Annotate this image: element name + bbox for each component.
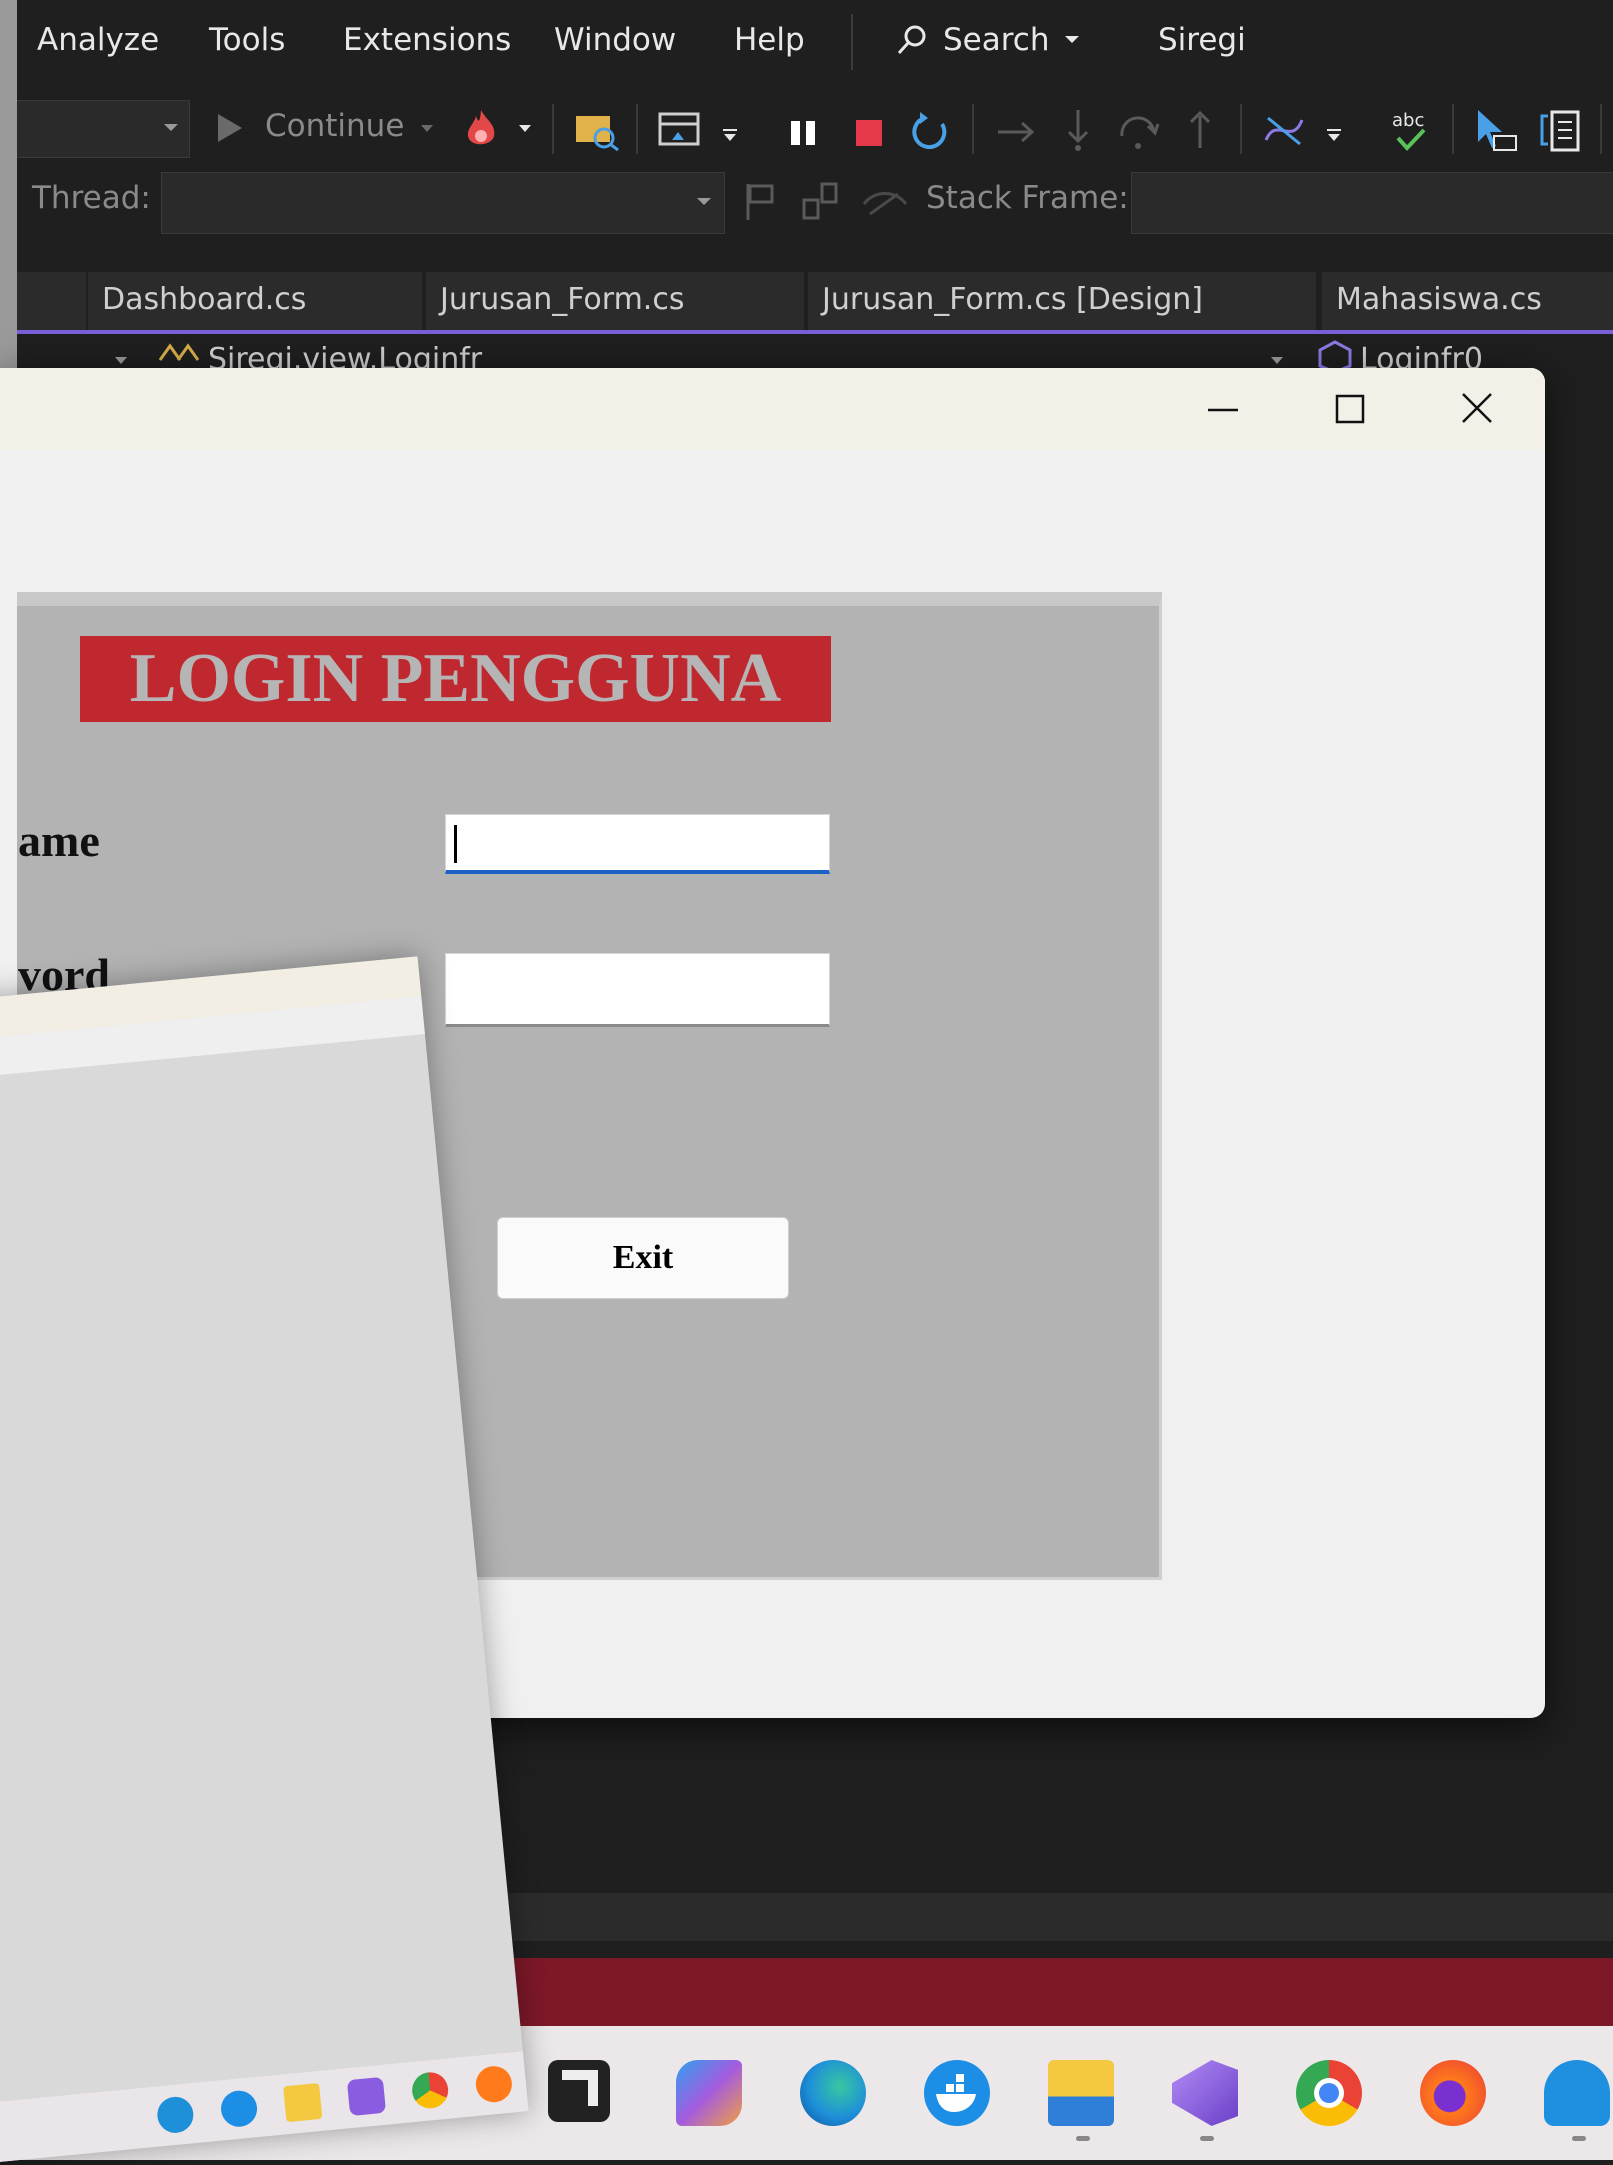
solution-name: Siregi (1158, 22, 1246, 58)
close-icon[interactable] (1453, 388, 1503, 432)
diagnostics-icon[interactable] (1262, 110, 1306, 152)
chevron-down-icon (1064, 36, 1079, 43)
chrome-icon[interactable] (1296, 2060, 1362, 2126)
stack-frame-icon (862, 192, 908, 216)
edge-icon[interactable] (800, 2060, 866, 2126)
menu-item-help[interactable]: Help (734, 22, 805, 58)
chevron-down-icon (164, 124, 178, 131)
menu-item-tools[interactable]: Tools (209, 22, 285, 58)
visual-studio-icon (346, 2076, 387, 2117)
step-out-icon[interactable] (1186, 108, 1214, 152)
chevron-down-icon (421, 125, 433, 132)
form-title-bar (0, 368, 1545, 450)
spell-check-icon[interactable]: abc (1390, 108, 1430, 154)
menu-item-extensions[interactable]: Extensions (343, 22, 511, 58)
chevron-down-icon (1271, 357, 1283, 364)
stack-frame-label: Stack Frame: (926, 180, 1129, 216)
username-label: ame (18, 815, 100, 866)
restart-icon[interactable] (908, 110, 952, 154)
chevron-down-icon (519, 125, 531, 132)
maximize-icon[interactable] (1325, 388, 1375, 432)
docker-icon[interactable] (924, 2060, 990, 2126)
chevron-down-icon (115, 357, 127, 364)
browse-folder-icon[interactable] (574, 110, 620, 152)
svg-text:abc: abc (1392, 110, 1424, 131)
app-icon[interactable] (1544, 2060, 1610, 2126)
edge-icon (155, 2095, 195, 2135)
docker-icon (219, 2089, 259, 2129)
tab-jurusan-form[interactable]: Jurusan_Form.cs (426, 272, 804, 330)
tab-mahasiswa[interactable]: Mahasiswa.cs (1322, 272, 1613, 330)
chevron-down-icon (697, 198, 711, 205)
file-explorer-icon[interactable] (1048, 2060, 1114, 2126)
select-element-icon[interactable] (1474, 108, 1518, 154)
flag-icon[interactable] (744, 182, 780, 222)
stop-icon[interactable] (854, 118, 884, 148)
pause-icon[interactable] (788, 118, 818, 148)
search-icon (897, 25, 926, 55)
username-input[interactable] (445, 814, 830, 874)
debug-location-toolbar: Thread: Stack Frame: (0, 170, 1613, 240)
menu-item-window[interactable]: Window (554, 22, 676, 58)
stack-frame-dropdown[interactable] (1131, 172, 1613, 234)
password-input[interactable] (445, 953, 830, 1027)
continue-button[interactable]: Continue (265, 108, 404, 144)
solution-config-dropdown[interactable] (0, 100, 190, 158)
step-into-icon[interactable] (1064, 108, 1092, 152)
menu-separator (851, 14, 853, 70)
menu-item-analyze[interactable]: Analyze (37, 22, 159, 58)
step-over-icon[interactable] (1118, 112, 1160, 152)
editor-tab-bar: Dashboard.cs Jurusan_Form.cs Jurusan_For… (0, 272, 1613, 334)
menu-bar: Analyze Tools Extensions Window Help Sea… (0, 0, 1613, 90)
exit-button[interactable]: Exit (497, 1217, 789, 1299)
search-label: Search (943, 22, 1050, 58)
terminal-icon[interactable] (548, 2060, 610, 2122)
chevron-down-icon (1327, 129, 1341, 141)
firefox-icon[interactable] (1420, 2060, 1486, 2126)
minimize-icon[interactable] (1198, 388, 1248, 432)
copilot-icon[interactable] (676, 2060, 742, 2126)
chrome-icon (410, 2070, 450, 2110)
tab-jurusan-form-design[interactable]: Jurusan_Form.cs [Design] (808, 272, 1316, 330)
arrow-right-icon[interactable] (996, 118, 1036, 146)
search-button[interactable]: Search (895, 22, 1080, 58)
document-outline-icon[interactable] (1538, 108, 1582, 154)
class-icon (158, 343, 200, 361)
hot-reload-icon[interactable] (458, 106, 504, 152)
debug-toolbar: Continue abc (0, 90, 1613, 170)
threads-icon[interactable] (802, 182, 842, 222)
firefox-icon (474, 2064, 514, 2104)
file-explorer-icon (283, 2082, 323, 2123)
tab-dashboard[interactable]: Dashboard.cs (88, 272, 422, 330)
login-title: LOGIN PENGGUNA (80, 636, 831, 722)
thread-dropdown[interactable] (161, 172, 725, 234)
thread-label: Thread: (32, 180, 151, 216)
chevron-down-icon (723, 129, 737, 141)
show-next-statement-icon[interactable] (658, 110, 702, 152)
text-caret (454, 825, 457, 863)
play-icon (218, 114, 242, 142)
